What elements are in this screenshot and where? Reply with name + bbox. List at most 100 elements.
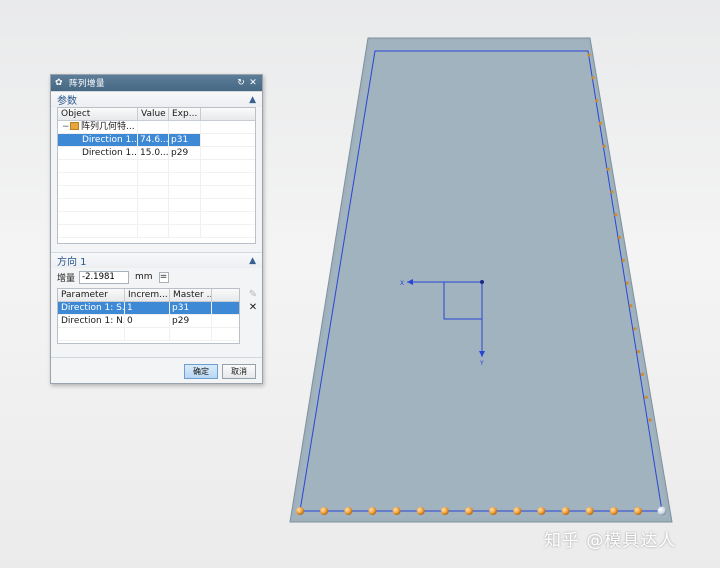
params-table-header: Object Value Exp... <box>58 108 255 121</box>
pattern-point <box>614 213 618 217</box>
increment-input[interactable] <box>79 270 129 284</box>
row-filler <box>212 315 239 327</box>
pattern-point <box>598 121 603 125</box>
pattern-point <box>629 304 633 308</box>
ok-button[interactable]: 确定 <box>184 364 218 379</box>
pattern-point <box>617 235 622 240</box>
params-group-header[interactable]: 参数 ▲ <box>51 91 262 107</box>
empty-row <box>58 212 255 225</box>
pattern-point <box>606 167 610 171</box>
row-filler <box>201 147 255 159</box>
pattern-point <box>640 372 645 376</box>
collapse-chevron-icon[interactable]: ▲ <box>249 95 256 105</box>
pattern-point <box>633 327 637 331</box>
table-side-tools: ✎ ✕ <box>246 288 260 314</box>
table-row[interactable]: Direction 1: N... 0 p29 <box>58 315 239 328</box>
column-header-filler <box>201 108 255 120</box>
close-icon[interactable]: ✕ <box>248 78 258 88</box>
formula-button[interactable]: = <box>158 271 169 283</box>
pattern-point <box>587 53 591 57</box>
pattern-point <box>609 507 618 515</box>
delete-row-icon[interactable]: ✕ <box>246 301 260 314</box>
pattern-point <box>648 418 652 422</box>
column-header-increment[interactable]: Increm... <box>125 289 170 301</box>
table-row[interactable]: Direction 1: S... 1 p31 <box>58 302 239 315</box>
row-increment: 0 <box>125 315 170 327</box>
row-exp: p31 <box>169 134 201 146</box>
watermark-text: 知乎 @模具达人 <box>544 531 677 551</box>
empty-row <box>58 199 255 212</box>
pattern-point <box>416 507 425 515</box>
params-table: Object Value Exp... − 阵列几何特... Direction … <box>57 107 256 244</box>
cancel-button[interactable]: 取消 <box>222 364 256 379</box>
table-row[interactable]: Direction 1... 74.6... p31 <box>58 134 255 147</box>
row-master: p29 <box>170 315 212 327</box>
pattern-point <box>465 507 473 515</box>
increment-row: 增量 mm = <box>51 268 262 286</box>
direction-group-header[interactable]: 方向 1 ▲ <box>51 252 262 268</box>
column-header-parameter[interactable]: Parameter <box>58 289 125 301</box>
row-value: 15.0... <box>140 147 169 159</box>
pattern-point <box>537 507 546 515</box>
pattern-point <box>392 507 401 515</box>
tree-root-cell: − 阵列几何特... <box>58 121 138 133</box>
pattern-point <box>621 258 625 262</box>
tree-root-exp-cell <box>169 121 201 133</box>
pattern-point <box>513 507 522 515</box>
empty-row <box>58 173 255 186</box>
table-row[interactable]: Direction 1... 15.0... p29 <box>58 147 255 160</box>
column-header-master[interactable]: Master ... <box>170 289 212 301</box>
empty-row <box>58 186 255 199</box>
unit-label: mm <box>135 272 153 282</box>
direction-table-header: Parameter Increm... Master ... <box>58 289 239 302</box>
row-parameter: Direction 1: N... <box>58 315 125 327</box>
row-parameter: Direction 1: S... <box>58 302 125 314</box>
row-object: Direction 1... <box>58 147 138 159</box>
reset-icon[interactable]: ↻ <box>236 78 246 88</box>
row-exp: p29 <box>169 147 201 159</box>
pattern-point <box>591 76 595 80</box>
x-axis-label: X <box>400 280 404 287</box>
dialog-title: 阵列增量 <box>69 79 106 89</box>
direction-group-title: 方向 1 <box>57 257 87 268</box>
row-value: 74.6... <box>138 134 169 146</box>
pattern-point <box>344 507 353 515</box>
folder-icon <box>70 122 79 130</box>
row-master: p31 <box>170 302 212 314</box>
add-row-icon[interactable]: ✎ <box>246 288 260 301</box>
tree-root-label: 阵列几何特... <box>81 122 135 132</box>
increment-label: 增量 <box>57 273 76 284</box>
tree-root-filler <box>201 121 255 133</box>
empty-row <box>58 225 255 238</box>
pattern-point <box>595 99 599 103</box>
column-header-exp[interactable]: Exp... <box>169 108 201 120</box>
csys-origin[interactable] <box>480 280 484 284</box>
tree-root-row[interactable]: − 阵列几何特... <box>58 121 255 134</box>
direction-table: Parameter Increm... Master ... Direction… <box>57 288 240 344</box>
pattern-point <box>644 395 648 399</box>
row-object: Direction 1... <box>58 134 138 146</box>
column-header-value[interactable]: Value <box>138 108 169 120</box>
column-header-object[interactable]: Object <box>58 108 138 120</box>
pattern-point <box>602 144 606 148</box>
pattern-point <box>368 507 377 515</box>
pattern-point-start <box>657 506 667 516</box>
row-filler <box>212 302 239 314</box>
pattern-point <box>585 507 594 515</box>
collapse-chevron-icon[interactable]: ▲ <box>249 256 256 266</box>
tree-root-value-cell <box>138 121 169 133</box>
row-filler <box>201 134 255 146</box>
tree-collapse-icon[interactable]: − <box>62 121 70 133</box>
pattern-point <box>296 507 304 515</box>
pattern-point <box>489 507 498 515</box>
pattern-point <box>637 350 641 354</box>
pattern-point <box>634 507 642 515</box>
pattern-point <box>610 190 614 194</box>
dialog-footer: 确定 取消 <box>51 357 262 383</box>
direction-table-area: Parameter Increm... Master ... Direction… <box>57 288 257 344</box>
plate-top-face-shade <box>294 40 668 518</box>
pattern-increment-dialog: ✿ 阵列增量 ↻ ✕ 参数 ▲ Object Value Exp... − 阵列几… <box>50 74 263 384</box>
dialog-titlebar[interactable]: ✿ 阵列增量 ↻ ✕ <box>51 75 262 91</box>
gear-icon: ✿ <box>55 78 63 88</box>
params-group-title: 参数 <box>57 96 77 107</box>
